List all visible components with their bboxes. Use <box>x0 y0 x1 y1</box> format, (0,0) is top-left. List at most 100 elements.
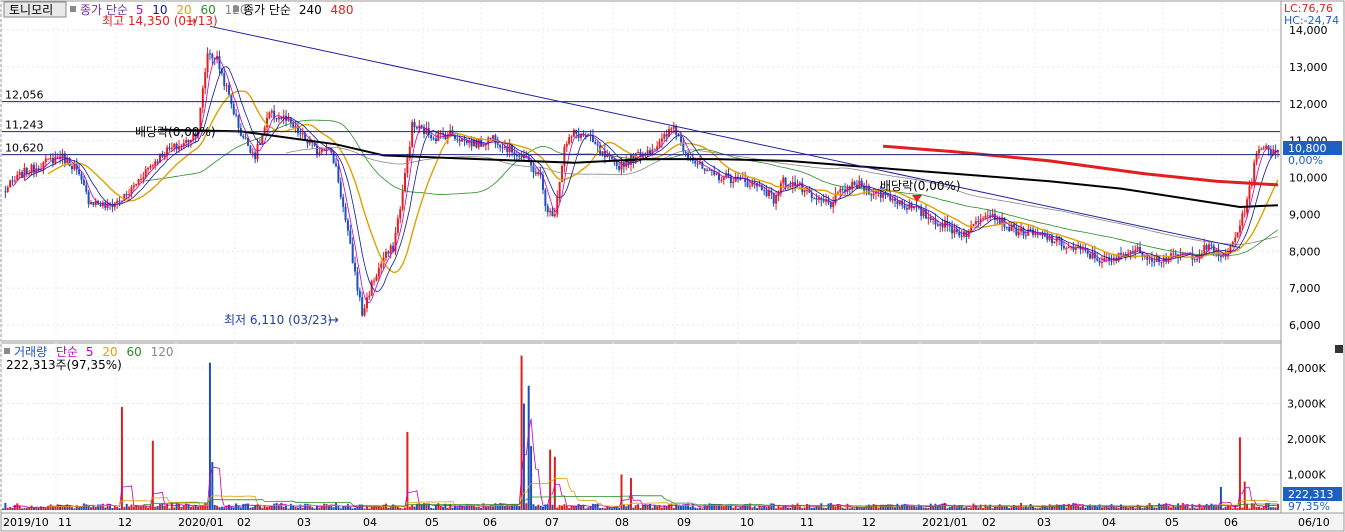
volume-bar <box>694 507 697 510</box>
volume-bar <box>765 507 768 510</box>
volume-bar <box>1248 508 1251 510</box>
volume-bar <box>530 446 533 510</box>
volume-bar <box>1017 507 1020 510</box>
candle-body <box>270 110 273 113</box>
volume-bar <box>867 504 870 510</box>
volume-bar <box>920 506 923 510</box>
volume-bar <box>827 503 830 510</box>
candle-body <box>418 125 421 129</box>
candle-body <box>118 200 121 202</box>
volume-bar <box>380 507 383 510</box>
candle-body <box>998 218 1001 225</box>
candle-body <box>49 157 52 159</box>
candle-body <box>358 290 361 298</box>
candle-body <box>549 210 552 213</box>
volume-bar <box>618 508 621 510</box>
candle-body <box>235 114 238 116</box>
volume-bar <box>346 503 349 510</box>
volume-bar <box>242 503 245 510</box>
candle-body <box>73 164 76 170</box>
volume-bar <box>627 504 630 510</box>
candle-body <box>708 169 711 171</box>
volume-bar <box>363 508 366 510</box>
volume-tick-label: 4,000K <box>1287 362 1326 375</box>
candle-body <box>515 155 518 157</box>
volume-bar <box>525 503 528 510</box>
volume-bar <box>230 506 233 510</box>
volume-bar <box>475 507 478 510</box>
candle-body <box>1089 253 1092 259</box>
volume-bar <box>910 506 913 510</box>
volume-bar <box>986 506 989 510</box>
volume-bar <box>266 507 269 510</box>
candle-body <box>1172 253 1175 255</box>
candle-body <box>663 134 666 139</box>
volume-bar <box>425 504 428 510</box>
volume-bar <box>18 505 21 510</box>
candle-body <box>151 165 154 167</box>
candle-body <box>413 122 416 128</box>
candle-body <box>782 177 785 184</box>
price-tick-label: 10,000 <box>1289 172 1328 185</box>
candle-body <box>1086 250 1089 254</box>
candle-body <box>530 161 533 166</box>
volume-bar <box>844 508 847 510</box>
volume-bar <box>1046 507 1049 510</box>
volume-bar <box>232 507 235 510</box>
price-legend-2: 종가 단순 240 480 <box>243 3 353 17</box>
volume-bar <box>591 503 594 510</box>
candle-body <box>168 147 171 149</box>
volume-bar <box>451 507 454 510</box>
candle-body <box>23 167 26 178</box>
volume-bar <box>556 507 559 510</box>
volume-bar <box>1219 486 1222 510</box>
volume-bar <box>515 505 518 510</box>
volume-bar <box>125 503 128 510</box>
stock-chart[interactable]: 12,05611,24310,620 14,00013,00012,00011,… <box>0 0 1345 532</box>
volume-bar <box>439 505 442 510</box>
volume-bar <box>1110 504 1113 510</box>
volume-panel-close-icon[interactable] <box>1335 345 1343 353</box>
candle-body <box>401 191 404 210</box>
candle-body <box>832 202 835 208</box>
volume-bar <box>829 502 832 510</box>
volume-bar <box>401 508 404 510</box>
volume-bar <box>1134 508 1137 510</box>
volume-bar <box>853 508 856 510</box>
candle-body <box>230 94 233 105</box>
candle-body <box>1024 235 1027 237</box>
candle-body <box>1122 253 1125 255</box>
volume-bar <box>335 502 338 510</box>
volume-bar <box>275 503 278 510</box>
candle-body <box>696 163 699 165</box>
volume-bar <box>584 508 587 510</box>
volume-bar <box>313 508 316 510</box>
volume-bar <box>701 508 704 510</box>
volume-bar <box>1003 506 1006 510</box>
date-label: 11 <box>800 516 814 529</box>
volume-bar <box>1015 507 1018 510</box>
candle-body <box>813 198 816 200</box>
volume-bar <box>1065 507 1068 510</box>
candle-body <box>806 190 809 192</box>
volume-bar <box>484 506 487 510</box>
candle-body <box>206 53 209 73</box>
candle-body <box>237 115 240 128</box>
candle-body <box>142 177 145 180</box>
candle-body <box>951 226 954 234</box>
volume-bar <box>268 506 271 510</box>
volume-bar <box>998 504 1001 510</box>
volume-bar <box>163 505 166 510</box>
volume-bar <box>1257 506 1260 510</box>
price-tick-label: 13,000 <box>1289 61 1328 74</box>
volume-bar <box>285 505 288 510</box>
title-text: 토니모리 <box>9 3 53 17</box>
candle-body <box>556 196 559 215</box>
volume-bar <box>1229 505 1232 510</box>
volume-bar <box>144 506 147 510</box>
candle-body <box>518 155 521 157</box>
volume-bar <box>270 506 273 510</box>
volume-bar <box>1262 506 1265 510</box>
volume-bar <box>25 507 28 510</box>
volume-bar <box>1177 503 1180 510</box>
